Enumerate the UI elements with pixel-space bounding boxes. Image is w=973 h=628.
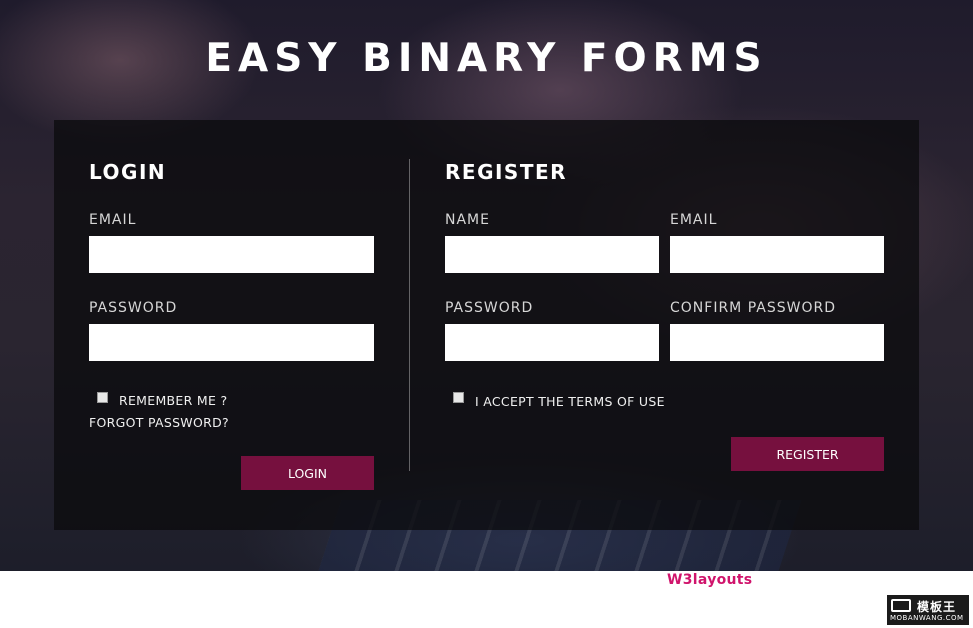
login-password-label: PASSWORD — [89, 300, 178, 316]
login-email-input[interactable] — [89, 236, 374, 273]
login-password-input[interactable] — [89, 324, 374, 361]
w3layouts-credit[interactable]: W3layouts — [667, 572, 752, 588]
register-heading: REGISTER — [445, 160, 568, 184]
register-button[interactable]: REGISTER — [731, 437, 884, 471]
register-name-label: NAME — [445, 212, 490, 228]
register-email-label: EMAIL — [670, 212, 718, 228]
stack-icon — [891, 599, 911, 612]
terms-label: I ACCEPT THE TERMS OF USE — [475, 394, 665, 409]
watermark-name: 模板王 — [917, 600, 957, 614]
terms-checkbox[interactable] — [453, 392, 464, 403]
forgot-password-link[interactable]: FORGOT PASSWORD? — [89, 415, 229, 430]
register-name-input[interactable] — [445, 236, 659, 273]
login-button[interactable]: LOGIN — [241, 456, 374, 490]
remember-me-checkbox[interactable] — [97, 392, 108, 403]
login-heading: LOGIN — [89, 160, 167, 184]
register-password-input[interactable] — [445, 324, 659, 361]
register-password-label: PASSWORD — [445, 300, 534, 316]
remember-me-label: REMEMBER ME ? — [119, 393, 228, 408]
watermark-badge: 模板王 MOBANWANG.COM — [887, 595, 969, 625]
section-divider — [409, 159, 410, 471]
register-confirm-label: CONFIRM PASSWORD — [670, 300, 836, 316]
page-title: EASY BINARY FORMS — [205, 36, 768, 81]
login-email-label: EMAIL — [89, 212, 137, 228]
register-email-input[interactable] — [670, 236, 884, 273]
watermark-domain: MOBANWANG.COM — [890, 614, 964, 622]
register-confirm-input[interactable] — [670, 324, 884, 361]
